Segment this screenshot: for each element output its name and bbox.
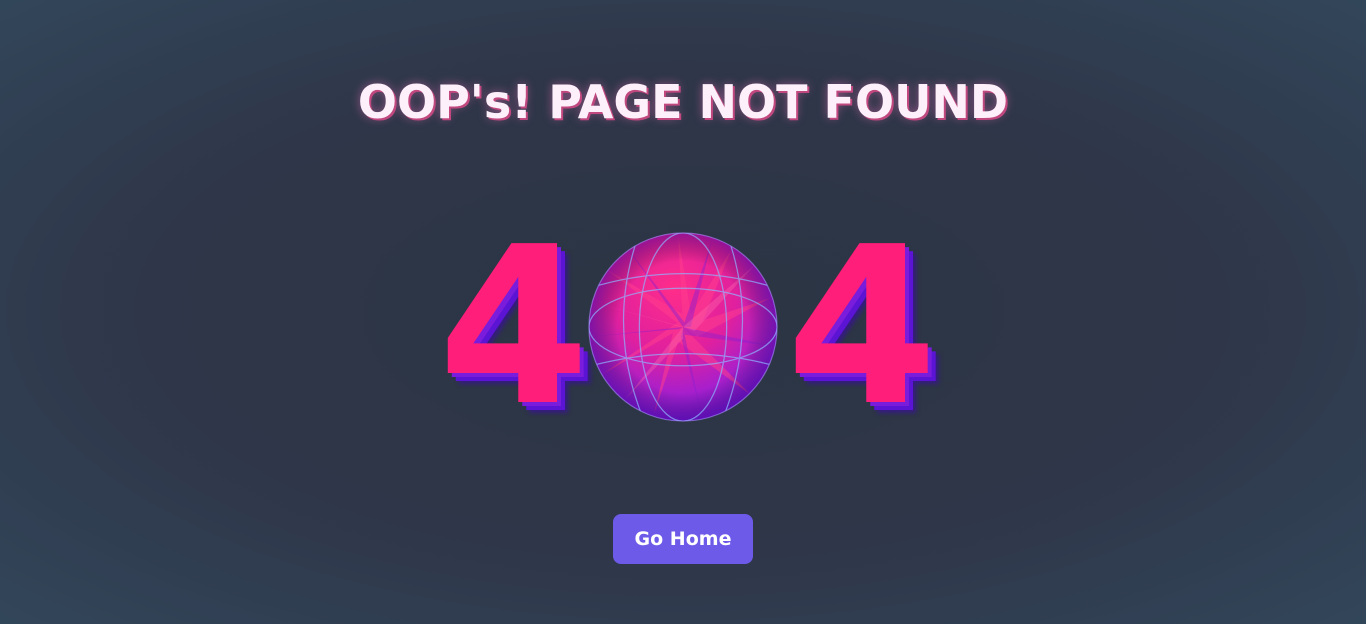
error-digit-left: 4 (438, 201, 590, 454)
page-title: OOP's! PAGE NOT FOUND (357, 75, 1009, 129)
globe-icon (588, 232, 778, 422)
error-digit-right: 4 (786, 201, 938, 454)
go-home-button[interactable]: Go Home (613, 514, 753, 564)
